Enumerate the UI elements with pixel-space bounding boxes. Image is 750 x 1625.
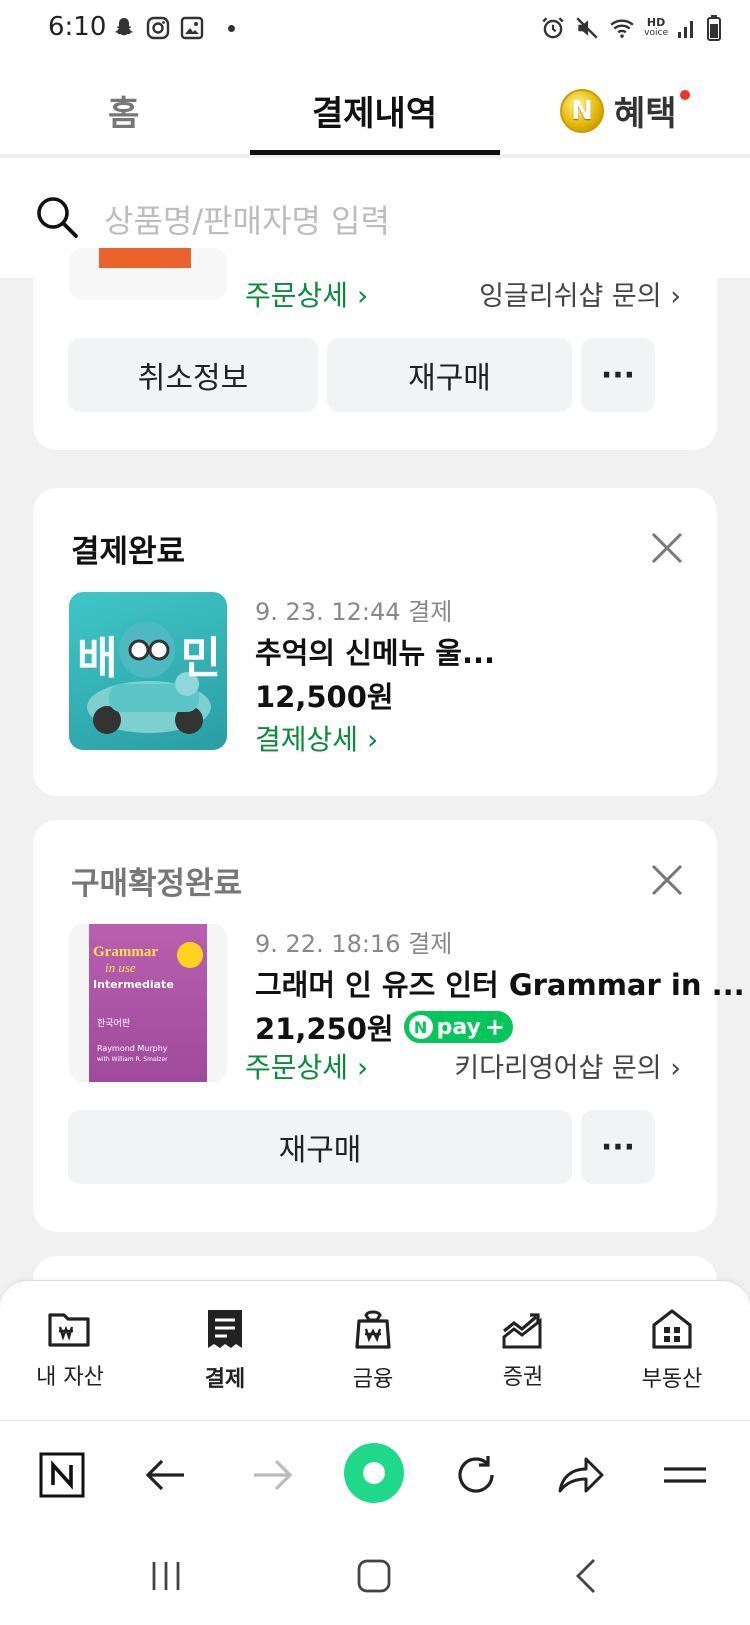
thumb-text-right: 민 [180,633,221,684]
store-inquiry-link[interactable]: 잉글리쉬샵 문의 › [479,274,681,313]
battery-icon [707,15,721,41]
book-author: Raymond Murphy [97,1044,168,1053]
gallery-icon [180,16,204,40]
instagram-icon [146,16,170,40]
payment-date: 9. 22. 18:16 결제 [255,930,453,958]
signal-icon [678,21,693,38]
hd-voice-icon: HD voice [644,17,668,39]
status-bar: 6:10 HD voice [0,0,750,56]
tab-home[interactable]: 홈 [108,86,139,135]
back-arrow-icon[interactable] [140,1451,190,1499]
npay-label: pay [436,1014,481,1040]
product-name[interactable]: 그래머 인 유즈 인터 Grammar in ... [255,962,745,1004]
more-options-button[interactable]: ··· [581,1110,655,1184]
product-thumbnail [69,248,227,300]
order-status-title: 결제완료 [71,534,186,570]
nav-securities[interactable]: 증권 [468,1307,578,1391]
npay-n-icon: N [408,1015,433,1039]
alarm-icon [542,17,564,39]
order-detail-link[interactable]: 주문상세 › [245,274,368,314]
nav-label: 내 자산 [36,1365,104,1390]
mute-icon [576,17,598,39]
npay-plus-badge: N pay + [403,1011,513,1043]
hd-voice-bottom: voice [644,28,668,38]
tab-benefits[interactable]: N 혜택 [560,86,677,135]
price-row: 21,250원 N pay + [255,1006,513,1048]
more-options-button[interactable]: ··· [581,338,655,412]
close-icon[interactable] [649,530,685,566]
order-card-purchase-confirmed: 구매확정완료 Grammar in use Intermediate 한국어판 … [33,820,745,1232]
book-title-2: in use [105,960,136,975]
close-icon[interactable] [649,862,685,898]
stock-chart-icon [502,1313,542,1349]
nav-real-estate[interactable]: 부동산 [617,1307,727,1393]
back-button-icon[interactable] [572,1556,602,1596]
wifi-icon [610,19,634,38]
baemin-thumbnail: 배 민 [69,592,227,750]
book-korean: 한국어판 [97,1019,131,1029]
repurchase-button[interactable]: 재구매 [68,1110,572,1184]
nav-label: 결제 [204,1367,246,1392]
nav-finance[interactable]: 금융 [318,1307,428,1393]
naver-home-icon[interactable] [38,1451,86,1499]
share-icon[interactable] [556,1451,606,1499]
search-icon [37,197,78,238]
nav-label: 증권 [502,1365,544,1390]
book-title-3: Intermediate [93,978,174,991]
plus-icon: + [484,1013,505,1041]
notification-icons [112,16,235,40]
wallet-icon [48,1313,90,1347]
book-author-2: with William R. Smalzer [97,1056,168,1063]
store-inquiry-link[interactable]: 키다리영어샵 문의 › [454,1046,681,1085]
tab-benefits-label: 혜택 [614,94,677,134]
active-tab-indicator [250,150,500,155]
product-price: 21,250원 [255,1012,394,1046]
new-badge-dot [680,90,690,100]
status-time: 6:10 [48,12,107,42]
order-status-title: 구매확정완료 [71,866,243,902]
order-detail-link[interactable]: 주문상세 › [245,1046,368,1086]
browser-toolbar [0,1420,750,1530]
system-status-icons: HD voice [540,14,722,42]
book-badge [177,942,203,968]
nav-my-assets[interactable]: 내 자산 [15,1307,125,1391]
building-icon [652,1309,692,1349]
npay-coin-icon: N [560,88,604,133]
refresh-icon[interactable] [452,1451,500,1499]
book-cover: Grammar in use Intermediate 한국어판 Raymond… [89,924,207,1082]
snapchat-icon [115,18,133,36]
order-card-payment-complete: 결제완료 배 민 9. 23. 12:44 결제 추억의 신메뉴 울... 12… [33,488,717,796]
order-card-partial: 주문상세 › 잉글리쉬샵 문의 › 취소정보 재구매 ··· [33,248,717,450]
nav-label: 금융 [352,1367,394,1392]
bottom-navigation: 내 자산 결제 금융 증권 부동산 [0,1280,750,1420]
receipt-icon [208,1310,242,1348]
grammar-book-thumbnail: Grammar in use Intermediate 한국어판 Raymond… [69,924,227,1082]
forward-arrow-icon[interactable] [248,1451,298,1499]
top-tabs: 홈 결제내역 N 혜택 [0,56,750,156]
payment-date: 9. 23. 12:44 결제 [255,598,453,626]
repurchase-button[interactable]: 재구매 [327,338,572,412]
money-bag-icon [355,1310,391,1349]
thumb-text-left: 배 [77,633,118,684]
search-input[interactable]: 상품명/판매자명 입력 [104,196,390,242]
menu-icon[interactable] [660,1451,710,1499]
green-dot-icon[interactable] [342,1441,406,1505]
product-price: 12,500원 [255,680,394,714]
nav-label: 부동산 [641,1367,703,1392]
home-button-icon[interactable] [354,1556,394,1596]
system-navigation-bar [0,1530,750,1625]
product-name[interactable]: 추억의 신메뉴 울... [255,630,495,672]
payment-detail-link[interactable]: 결제상세 › [255,718,378,758]
more-notifications-dot [228,24,235,32]
recent-apps-icon[interactable] [146,1556,186,1596]
cancel-info-button[interactable]: 취소정보 [68,338,318,412]
book-title-1: Grammar [93,944,158,960]
nav-payments[interactable]: 결제 [170,1307,280,1393]
tab-payments[interactable]: 결제내역 [312,86,437,135]
hd-voice-top: HD [646,16,666,29]
